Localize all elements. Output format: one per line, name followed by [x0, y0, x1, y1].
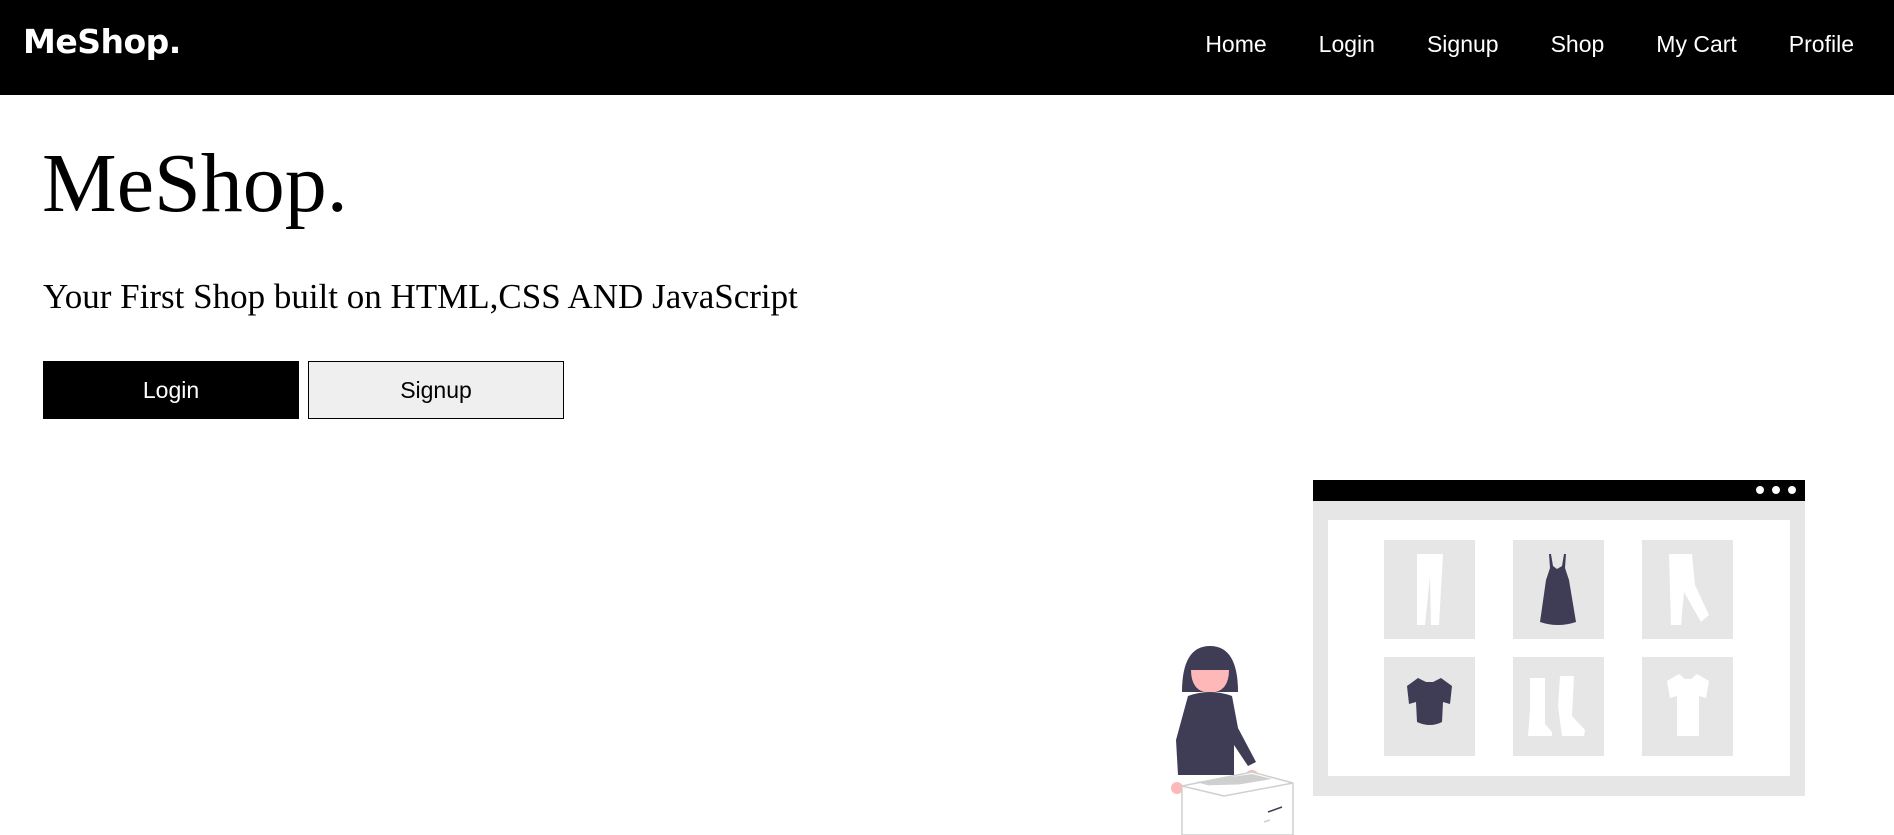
login-button[interactable]: Login — [43, 361, 299, 419]
navbar: MeShop. Home Login Signup Shop My Cart P… — [0, 0, 1894, 95]
nav-link-profile[interactable]: Profile — [1789, 31, 1854, 58]
product-tile-tshirt — [1642, 657, 1733, 756]
online-shopping-illustration — [1171, 480, 1805, 835]
nav-link-home[interactable]: Home — [1205, 31, 1266, 58]
brand-logo[interactable]: MeShop. — [23, 22, 181, 62]
signup-button[interactable]: Signup — [308, 361, 564, 419]
product-tile-crop-top — [1384, 657, 1475, 756]
nav-link-login[interactable]: Login — [1319, 31, 1375, 58]
product-tile-trousers — [1642, 540, 1733, 639]
nav-link-my-cart[interactable]: My Cart — [1656, 31, 1737, 58]
nav-link-shop[interactable]: Shop — [1551, 31, 1605, 58]
product-tile-pants — [1384, 540, 1475, 639]
product-tile-dress — [1513, 540, 1604, 639]
hero-title: MeShop. — [42, 137, 348, 230]
product-tile-boots — [1513, 657, 1604, 756]
hero-tagline: Your First Shop built on HTML,CSS AND Ja… — [43, 277, 798, 316]
nav-link-signup[interactable]: Signup — [1427, 31, 1499, 58]
shopper-figure — [1171, 646, 1294, 835]
nav-links: Home Login Signup Shop My Cart Profile — [1153, 0, 1854, 88]
